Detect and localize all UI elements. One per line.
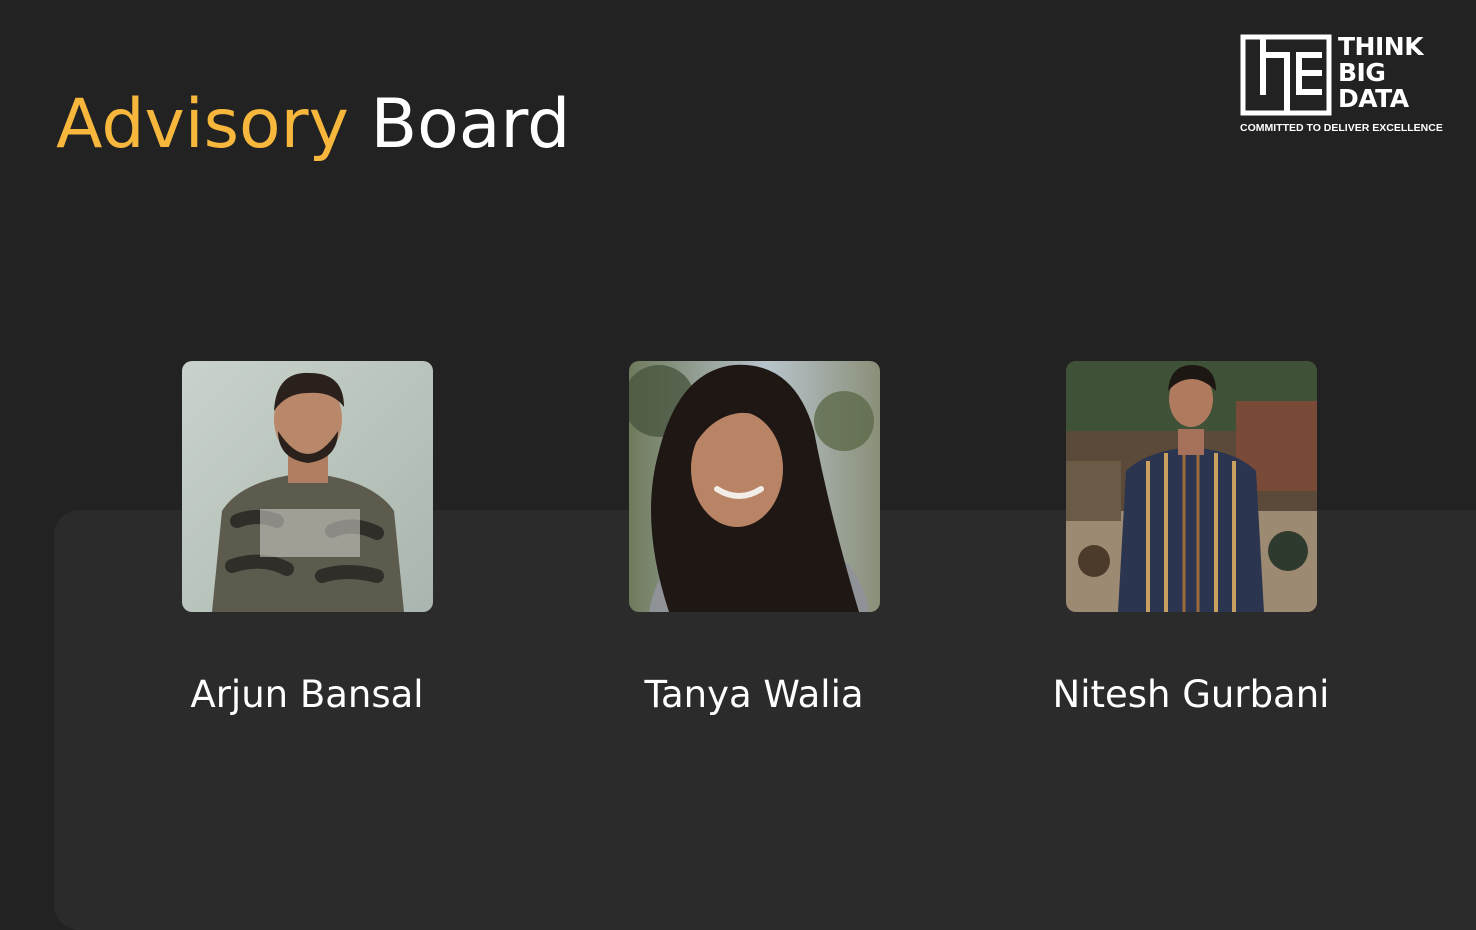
- logo-word-think: THINK: [1338, 32, 1424, 61]
- member-photo: [1065, 361, 1317, 612]
- member-name: Nitesh Gurbani: [1052, 673, 1330, 716]
- person-photo-icon: [1065, 361, 1317, 612]
- member-card: Arjun Bansal: [157, 361, 457, 718]
- logo-wordmark: THINK BIG DATA: [1338, 32, 1424, 113]
- member-photo: [181, 361, 433, 612]
- brand-logo: THINK BIG DATA COMMITTED TO DELIVER EXCE…: [1240, 32, 1443, 138]
- member-name: Tanya Walia: [644, 673, 864, 716]
- logo-tagline: COMMITTED TO DELIVER EXCELLENCE: [1240, 122, 1443, 134]
- logo-word-big: BIG: [1338, 58, 1386, 87]
- person-photo-icon: [181, 361, 433, 612]
- member-name: Arjun Bansal: [190, 673, 424, 716]
- logo-mark-icon: [1240, 34, 1332, 116]
- member-card: Tanya Walia: [604, 361, 904, 718]
- member-card: Nitesh Gurbani: [1041, 361, 1341, 718]
- member-photo: [628, 361, 880, 612]
- person-photo-icon: [628, 361, 880, 612]
- page-title: Advisory Board: [56, 85, 571, 164]
- title-rest: Board: [370, 85, 571, 164]
- title-accent: Advisory: [56, 85, 349, 164]
- logo-word-data: DATA: [1338, 84, 1409, 113]
